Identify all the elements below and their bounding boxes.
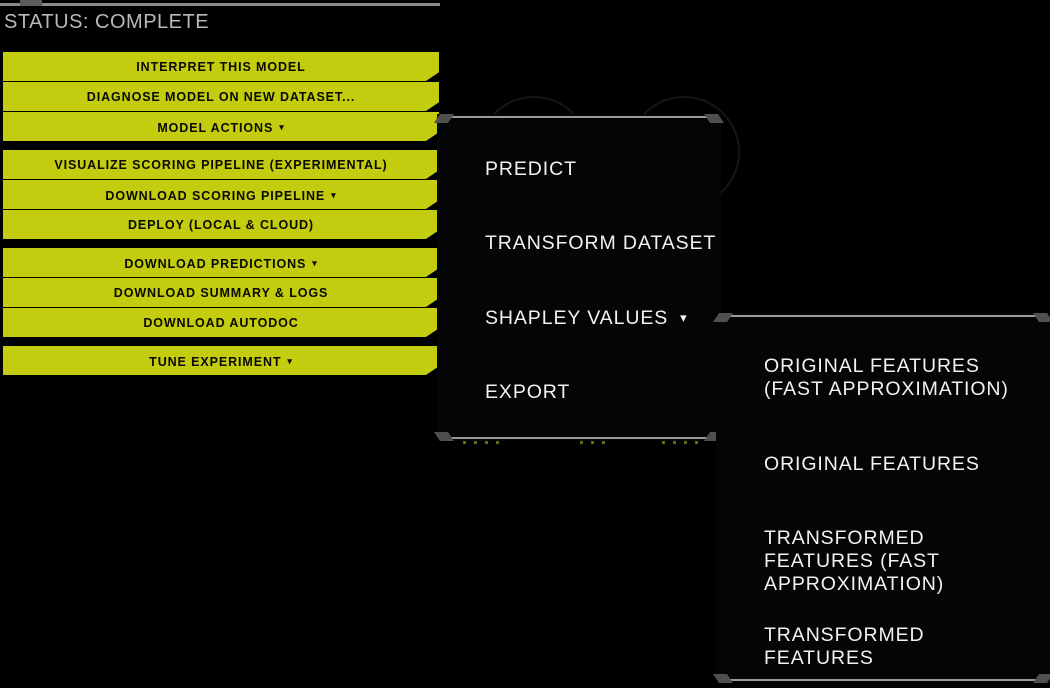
menu-corner-nub [712, 674, 734, 683]
menu-top-edge [445, 116, 713, 118]
menu-top-edge [724, 315, 1042, 317]
chevron-down-icon: ▾ [680, 310, 688, 325]
menu-item-label: ORIGINAL FEATURES (FAST APPROXIMATION) [764, 355, 1009, 400]
chevron-down-icon: ▾ [312, 258, 318, 268]
deploy-button[interactable]: DEPLOY (LOCAL & CLOUD) [3, 210, 439, 239]
menu-item-label: TRANSFORMED FEATURES (FAST APPROXIMATION… [764, 527, 945, 595]
panel-top-rule [0, 0, 440, 6]
menu-corner-nub [433, 114, 455, 123]
menu-item-transformed-features-fast[interactable]: TRANSFORMED FEATURES (FAST APPROXIMATION… [764, 527, 1032, 596]
menu-item-label: TRANSFORM DATASET [485, 232, 717, 254]
download-predictions-button[interactable]: DOWNLOAD PREDICTIONS ▾ [3, 248, 439, 277]
button-label: MODEL ACTIONS [157, 121, 274, 135]
button-group-tune: TUNE EXPERIMENT ▾ [3, 346, 439, 375]
app-root: TIME MODEL TYPE CLASSIFICATION REGRESSIO… [0, 0, 1050, 688]
menu-corner-nub [1032, 313, 1050, 322]
tune-experiment-button[interactable]: TUNE EXPERIMENT ▾ [3, 346, 439, 375]
visualize-scoring-pipeline-button[interactable]: VISUALIZE SCORING PIPELINE (EXPERIMENTAL… [3, 150, 439, 179]
button-label: DOWNLOAD PREDICTIONS [124, 257, 307, 271]
button-label: INTERPRET THIS MODEL [136, 60, 306, 74]
menu-item-label: PREDICT [485, 158, 577, 180]
menu-item-label: TRANSFORMED FEATURES [764, 624, 925, 669]
menu-item-transform-dataset[interactable]: TRANSFORM DATASET [485, 232, 716, 255]
download-summary-logs-button[interactable]: DOWNLOAD SUMMARY & LOGS [3, 278, 439, 307]
chevron-down-icon: ▾ [331, 190, 337, 200]
menu-item-original-features-fast[interactable]: ORIGINAL FEATURES (FAST APPROXIMATION) [764, 355, 1032, 401]
diagnose-model-button[interactable]: DIAGNOSE MODEL ON NEW DATASET... [3, 82, 439, 111]
button-group-pipeline: VISUALIZE SCORING PIPELINE (EXPERIMENTAL… [3, 150, 439, 239]
menu-bottom-edge [724, 679, 1042, 681]
menu-item-original-features[interactable]: ORIGINAL FEATURES [764, 453, 1032, 476]
button-label: TUNE EXPERIMENT [149, 355, 282, 369]
chevron-down-icon: ▾ [287, 356, 293, 366]
chevron-down-icon: ▾ [279, 122, 285, 132]
button-group-downloads: DOWNLOAD PREDICTIONS ▾ DOWNLOAD SUMMARY &… [3, 248, 439, 337]
download-scoring-pipeline-button[interactable]: DOWNLOAD SCORING PIPELINE ▾ [3, 180, 439, 209]
menu-item-label: ORIGINAL FEATURES [764, 453, 980, 475]
menu-item-transformed-features[interactable]: TRANSFORMED FEATURES [764, 624, 1032, 670]
menu-corner-nub [433, 432, 455, 441]
left-action-panel: STATUS: COMPLETE INTERPRET THIS MODEL DI… [0, 0, 443, 412]
button-label: DOWNLOAD SUMMARY & LOGS [113, 286, 329, 300]
menu-corner-nub [712, 313, 734, 322]
shapley-values-submenu: ORIGINAL FEATURES (FAST APPROXIMATION) O… [712, 313, 1050, 683]
menu-item-label: EXPORT [485, 381, 571, 403]
button-label: DIAGNOSE MODEL ON NEW DATASET... [86, 90, 356, 104]
download-autodoc-button[interactable]: DOWNLOAD AUTODOC [3, 308, 439, 337]
menu-item-export[interactable]: EXPORT [485, 381, 570, 404]
action-button-stack: INTERPRET THIS MODEL DIAGNOSE MODEL ON N… [3, 52, 439, 384]
menu-item-predict[interactable]: PREDICT [485, 158, 577, 181]
button-group-model: INTERPRET THIS MODEL DIAGNOSE MODEL ON N… [3, 52, 439, 141]
button-label: VISUALIZE SCORING PIPELINE (EXPERIMENTAL… [54, 158, 388, 172]
menu-item-label: SHAPLEY VALUES [485, 307, 669, 329]
button-label: DOWNLOAD SCORING PIPELINE [105, 189, 326, 203]
button-label: DEPLOY (LOCAL & CLOUD) [127, 218, 314, 232]
interpret-this-model-button[interactable]: INTERPRET THIS MODEL [3, 52, 439, 81]
model-actions-button[interactable]: MODEL ACTIONS ▾ [3, 112, 439, 141]
menu-bottom-edge [445, 437, 713, 439]
menu-corner-nub [1032, 674, 1050, 683]
model-actions-dropdown-menu: PREDICT TRANSFORM DATASET SHAPLEY VALUES… [433, 114, 725, 441]
button-label: DOWNLOAD AUTODOC [143, 316, 299, 330]
menu-item-shapley-values[interactable]: SHAPLEY VALUES ▾ [485, 306, 688, 330]
status-text: STATUS: COMPLETE [4, 11, 210, 33]
